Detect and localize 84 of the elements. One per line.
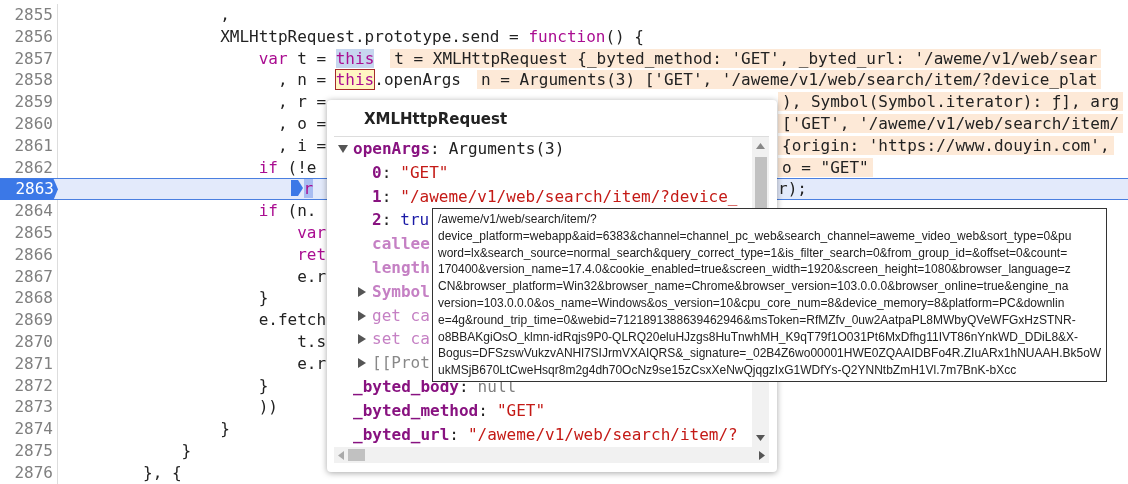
- inline-value: o = "GET": [778, 157, 873, 177]
- code-text: }: [258, 375, 269, 395]
- colon: :: [381, 210, 392, 230]
- line-number: 2874: [0, 418, 58, 440]
- hovered-word: this: [335, 70, 375, 90]
- selected-word: this: [335, 48, 375, 68]
- line-number: 2860: [0, 113, 58, 135]
- code-text: , r =: [277, 92, 327, 112]
- code-text: r);: [778, 179, 807, 199]
- code-text: (!e: [287, 157, 317, 177]
- line-number: 2873: [0, 396, 58, 419]
- property-name: openArgs: [353, 139, 431, 158]
- line-number: 2876: [0, 461, 58, 484]
- code-text: }: [181, 440, 192, 460]
- line-number: 2865: [0, 221, 58, 244]
- property-name: length: [372, 258, 430, 277]
- code-text: }, {: [143, 462, 182, 482]
- code-text: , o =: [277, 114, 327, 133]
- line-number: 2856: [0, 25, 58, 48]
- code-text: )): [258, 397, 278, 417]
- code-text: XMLHttpRequest.prototype.send =: [220, 26, 520, 46]
- code-text: t.s: [297, 331, 327, 351]
- line-number: 2857: [0, 47, 58, 70]
- property-value: "GET": [400, 162, 449, 182]
- code-text: }: [258, 288, 269, 308]
- keyword: ret: [297, 244, 327, 264]
- property-name: set ca: [372, 329, 430, 349]
- line-number: 2868: [0, 287, 58, 310]
- property-name: _byted_url: [353, 424, 450, 444]
- keyword: if: [258, 201, 278, 221]
- inline-value: {origin: 'https://www.douyin.com',: [778, 135, 1114, 155]
- property-name: callee: [372, 234, 430, 254]
- property-name: _byted_method: [353, 400, 479, 420]
- keyword: var: [258, 48, 288, 68]
- inline-value: n = Arguments(3) ['GET', '/aweme/v1/web/search/item/?device_plat: [476, 70, 1102, 90]
- code-text: e.r: [297, 266, 327, 286]
- line-number: 2875: [0, 439, 58, 462]
- line-number: 2855: [0, 4, 58, 26]
- inline-value: ['GET', '/aweme/v1/web/search/item/: [778, 114, 1124, 133]
- property-name: Symbol: [372, 281, 430, 301]
- code-text: }: [220, 419, 230, 439]
- popover-title: XMLHttpRequest: [334, 100, 769, 137]
- keyword: if: [258, 157, 278, 177]
- property-value: "/aweme/v1/web/search/item/?device_: [400, 186, 738, 206]
- url-tooltip: /aweme/v1/web/search/item/? device_platform=webapp&aid=6383&channel=channel_pc_web&search_channel=aweme_video_web&sort_type=0&pu word=lx&search_source=normal_search&query_correct_type=1&is_filter_search=0&from_group_id=&offset=0&count= 170400&version_name=17.4.0&cookie_enabled=true&screen_width=1920&screen_height=1080&browser_language=z CN&browser_platform=Win32&browser_name=Chrome&browser_version=103.0.0.0&browser_online=true&engine_na version=103.0.0.0&os_name=Windows&os_version=10&cpu_core_num=8&device_memory=8&platform=PC&downlin e=4g&round_trip_time=0&webid=7121891388639462946&msToken=RfMZfv_0uw2AatpaPL8MWbyQVeWFGxHzSTNR- o8BBAKgiOsO_klmn-idRqjs9P0-QLRQ20eluHJzgs8HuTnwhMH_K9qT79f1O031Pt6MxDfhg11IVT86nYnkWD_DDiL8&X- Bogus=DFSzswVukzvANHl7SIJrmVXAIQRS&_signature=_02B4Z6wo00001HWE0ZQAAIDBFo4R.ZIuARx1hNUAAH.Bk5oW ukMSjB670LtCweHsqr8m2g4dh70OcNz9se15zCsxXeNwQjqgzIxG1WDfYs-Q2YNNtbZmH1Vl.7m7BnK-bXcc: [432, 208, 1108, 382]
- line-number: 2867: [0, 265, 58, 288]
- line-number: 2859: [0, 91, 58, 113]
- property-name: 2: [372, 210, 382, 230]
- property-name: get ca: [372, 305, 430, 325]
- property-value: tru: [400, 210, 430, 230]
- property-name: 0: [372, 162, 382, 182]
- keyword: function: [528, 26, 606, 46]
- colon: :: [478, 400, 488, 420]
- paused-expression: r: [303, 179, 314, 199]
- code-text: .openArgs: [374, 70, 461, 90]
- line-number: 2866: [0, 243, 58, 266]
- code-text: t =: [297, 48, 328, 68]
- code-text: e.fetch: [258, 310, 327, 330]
- code-text: ,: [220, 5, 230, 24]
- colon: :: [449, 424, 459, 444]
- code-text: (n.: [287, 201, 317, 221]
- line-number: 2870: [0, 330, 58, 353]
- code-text: , n =: [277, 70, 328, 90]
- property-name: 1: [372, 186, 382, 206]
- property-value: Arguments(3): [448, 139, 565, 158]
- colon: :: [381, 186, 392, 206]
- property-value: "/aweme/v1/web/search/item/?: [467, 424, 738, 444]
- inline-value: t = XMLHttpRequest {_byted_method: 'GET', _byted_url: '/aweme/v1/web/sear: [390, 48, 1102, 68]
- line-number: 2863: [0, 178, 58, 201]
- property-value: "GET": [496, 400, 546, 420]
- line-number: 2871: [0, 352, 58, 375]
- line-number: 2864: [0, 200, 58, 222]
- line-number: 2861: [0, 134, 58, 157]
- code-text: () {: [605, 26, 644, 46]
- property-name: [[Prot: [372, 353, 430, 373]
- colon: :: [381, 162, 392, 182]
- line-number: 2872: [0, 374, 58, 397]
- line-number: 2869: [0, 309, 58, 331]
- code-text: e.r: [297, 353, 327, 373]
- code-text: , i =: [277, 135, 327, 155]
- inline-value: ), Symbol(Symbol.iterator): ƒ], arg: [778, 92, 1124, 112]
- line-number: 2858: [0, 69, 58, 92]
- keyword: var: [297, 222, 327, 242]
- colon: :: [430, 139, 440, 158]
